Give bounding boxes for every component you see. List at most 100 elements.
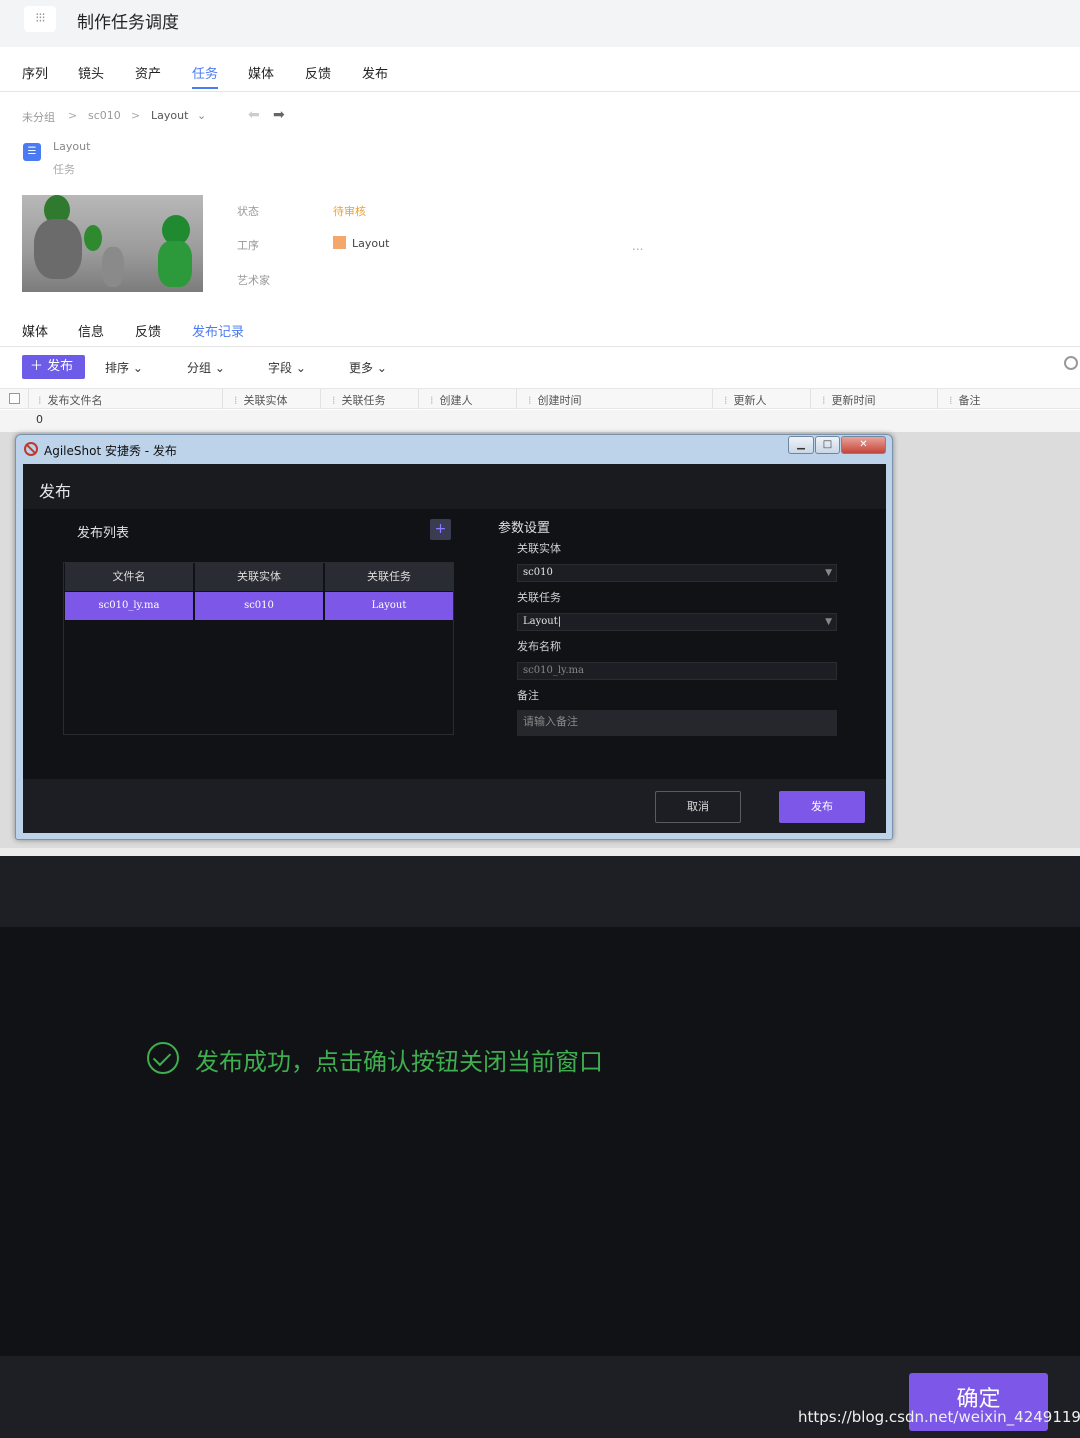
column-header[interactable]: ⁞ 创建时间 xyxy=(528,392,582,408)
dialog-body: 发布列表 + 文件名 关联实体 关联任务 sc010_ly.ma sc010 L… xyxy=(23,509,886,779)
file-row-task[interactable]: Layout xyxy=(325,592,453,620)
success-check-icon xyxy=(147,1042,179,1074)
table-row[interactable]: 0 xyxy=(0,410,1080,432)
task-thumbnail xyxy=(22,195,203,292)
entity-label: 关联实体 xyxy=(517,542,561,555)
task-header: 关联任务 xyxy=(325,563,453,591)
close-button[interactable]: ✕ xyxy=(841,436,886,454)
column-divider xyxy=(222,389,223,409)
column-header-label: 发布文件名 xyxy=(47,394,103,407)
task-label: 关联任务 xyxy=(517,591,561,604)
publish-name-field[interactable]: sc010_ly.ma xyxy=(517,662,837,680)
group-dropdown[interactable]: 分组 ⌄ xyxy=(187,359,225,376)
tab-detail-info[interactable]: 信息 xyxy=(78,321,104,340)
file-row-name[interactable]: sc010_ly.ma xyxy=(65,592,193,620)
column-header-label: 关联实体 xyxy=(243,394,288,407)
field-label: 字段 xyxy=(268,361,293,375)
column-header[interactable]: ⁞ 关联实体 xyxy=(234,392,288,408)
column-header[interactable]: ⁞ 更新时间 xyxy=(822,392,876,408)
breadcrumb-group[interactable]: 未分组 xyxy=(22,109,55,125)
column-header-label: 更新人 xyxy=(733,394,767,407)
main-nav: 序列 镜头 资产 任务 媒体 反馈 发布 xyxy=(0,48,1080,92)
tab-sequence[interactable]: 序列 xyxy=(22,63,48,82)
table-header: ⁞ 发布文件名 ⁞ 关联实体 ⁞ 关联任务 ⁞ 创建人 ⁞ 创建时间 ⁞ 更新人 ⁞ 更新时间… xyxy=(0,388,1080,409)
file-name-header: 文件名 xyxy=(65,563,193,591)
result-dialog-header xyxy=(0,856,1080,927)
publish-button[interactable]: ＋ 发布 xyxy=(22,355,85,379)
publish-window: AgileShot 安捷秀 - 发布 ▁ □ ✕ 发布 发布列表 + 文件名 关… xyxy=(15,434,893,840)
task-name: Layout xyxy=(53,140,91,153)
breadcrumb-separator: > xyxy=(68,109,78,122)
file-row-entity[interactable]: sc010 xyxy=(195,592,323,620)
tab-shot[interactable]: 镜头 xyxy=(78,63,104,82)
note-input[interactable]: 请输入备注 xyxy=(517,710,837,736)
column-divider xyxy=(28,389,29,409)
tab-task[interactable]: 任务 xyxy=(192,63,219,89)
grid-icon[interactable]: ⁝⁝⁝ xyxy=(24,6,56,32)
column-header[interactable]: ⁞ 关联任务 xyxy=(332,392,386,408)
tab-asset[interactable]: 资产 xyxy=(135,63,161,82)
more-icon[interactable]: ... xyxy=(632,239,643,253)
column-divider xyxy=(516,389,517,409)
more-label: 更多 xyxy=(349,361,374,375)
more-dropdown[interactable]: 更多 ⌄ xyxy=(349,359,387,376)
tab-detail-feedback[interactable]: 反馈 xyxy=(135,321,161,340)
detail-tabs: 媒体 信息 反馈 发布记录 xyxy=(0,316,1080,347)
column-header-label: 创建时间 xyxy=(537,394,582,407)
field-dropdown[interactable]: 字段 ⌄ xyxy=(268,359,306,376)
step-color-swatch xyxy=(333,236,346,249)
top-bar: ⁝⁝⁝ 制作任务调度 xyxy=(0,0,1080,47)
column-header[interactable]: ⁞ 备注 xyxy=(949,392,981,408)
row-count: 0 xyxy=(36,413,43,426)
publish-button-label: 发布 xyxy=(47,359,74,374)
success-message: 发布成功，点击确认按钮关闭当前窗口 xyxy=(195,1048,603,1076)
arrow-left-icon[interactable]: ⬅ xyxy=(248,107,260,123)
confirm-publish-button[interactable]: 发布 xyxy=(779,791,865,823)
app-title: 制作任务调度 xyxy=(77,13,179,33)
tab-detail-publish-history[interactable]: 发布记录 xyxy=(192,321,244,340)
task-select-value: Layout| xyxy=(523,616,562,627)
step-value-text: Layout xyxy=(352,237,390,250)
search-icon[interactable] xyxy=(1064,356,1078,370)
entity-select-value: sc010 xyxy=(523,567,553,578)
column-divider xyxy=(712,389,713,409)
status-value[interactable]: 待审核 xyxy=(333,203,366,219)
dialog-title: 发布 xyxy=(39,482,72,501)
column-divider xyxy=(320,389,321,409)
tab-publish[interactable]: 发布 xyxy=(362,63,388,82)
column-divider xyxy=(418,389,419,409)
window-title: AgileShot 安捷秀 - 发布 xyxy=(44,444,177,458)
minimize-button[interactable]: ▁ xyxy=(788,436,814,454)
maximize-button[interactable]: □ xyxy=(815,436,840,454)
cancel-button[interactable]: 取消 xyxy=(655,791,741,823)
column-divider xyxy=(937,389,938,409)
task-select[interactable]: Layout| ▼ xyxy=(517,613,837,631)
tab-detail-media[interactable]: 媒体 xyxy=(22,321,48,340)
sort-dropdown[interactable]: 排序 ⌄ xyxy=(105,359,143,376)
tab-feedback[interactable]: 反馈 xyxy=(305,63,331,82)
breadcrumb-task[interactable]: Layout xyxy=(151,109,188,122)
step-value[interactable]: Layout xyxy=(333,236,389,250)
tab-media[interactable]: 媒体 xyxy=(248,63,274,82)
app-logo-icon xyxy=(24,442,38,456)
select-all-checkbox[interactable] xyxy=(9,393,20,404)
column-header[interactable]: ⁞ 创建人 xyxy=(430,392,473,408)
chevron-down-icon: ⌄ xyxy=(295,361,306,375)
status-label: 状态 xyxy=(237,205,259,218)
group-label: 分组 xyxy=(187,361,212,375)
breadcrumb-shot[interactable]: sc010 xyxy=(88,109,121,122)
step-label: 工序 xyxy=(237,239,259,252)
column-header-label: 关联任务 xyxy=(341,394,386,407)
add-file-button[interactable]: + xyxy=(430,519,451,540)
entity-select[interactable]: sc010 ▼ xyxy=(517,564,837,582)
column-header[interactable]: ⁞ 更新人 xyxy=(724,392,767,408)
column-header-label: 更新时间 xyxy=(831,394,876,407)
column-header[interactable]: ⁞ 发布文件名 xyxy=(38,392,103,408)
publish-file-table: 文件名 关联实体 关联任务 sc010_ly.ma sc010 Layout xyxy=(63,562,454,735)
column-header-label: 备注 xyxy=(958,394,981,407)
chevron-down-icon[interactable]: ⌄ xyxy=(197,109,206,122)
chevron-down-icon: ⌄ xyxy=(376,361,387,375)
arrow-right-icon[interactable]: ➡ xyxy=(273,107,285,123)
column-header-label: 创建人 xyxy=(439,394,473,407)
chevron-down-icon: ⌄ xyxy=(214,361,225,375)
